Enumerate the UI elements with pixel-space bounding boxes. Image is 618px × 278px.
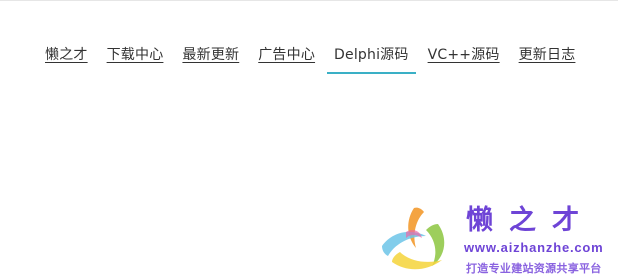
page: 懒之才 下载中心 最新更新 广告中心 Delphi源码 VC++源码 更新日志 … [0,0,618,278]
watermark-slogan: 打造专业建站资源共享平台 [466,262,602,275]
top-nav: 懒之才 下载中心 最新更新 广告中心 Delphi源码 VC++源码 更新日志 [38,44,587,78]
colorful-swirl-logo-icon [382,207,445,270]
nav-link-latest-updates[interactable]: 最新更新 [175,44,246,74]
watermark-url: www.aizhanzhe.com [464,240,604,255]
top-divider [0,0,618,1]
nav-link-home[interactable]: 懒之才 [38,44,95,74]
nav-link-changelog[interactable]: 更新日志 [512,44,583,74]
nav-link-downloads[interactable]: 下载中心 [100,44,171,74]
site-watermark: 懒之才 www.aizhanzhe.com 打造专业建站资源共享平台 [372,200,618,278]
watermark-title: 懒之才 [466,205,595,236]
nav-link-vc-source[interactable]: VC++源码 [421,44,507,74]
nav-link-ad-center[interactable]: 广告中心 [251,44,322,74]
nav-link-delphi-source[interactable]: Delphi源码 [327,44,416,74]
